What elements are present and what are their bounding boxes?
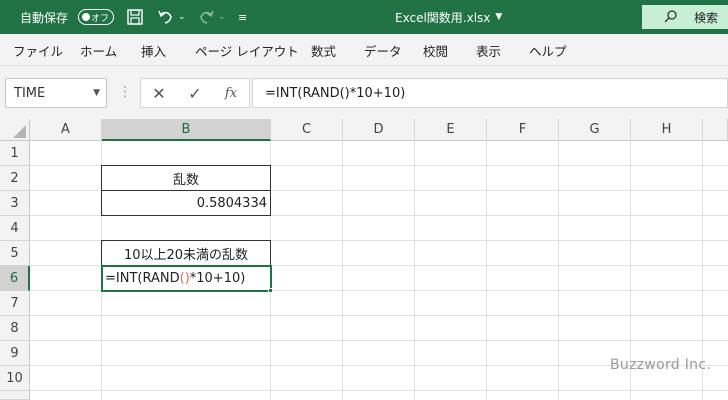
row-header-10[interactable]: 10 — [0, 366, 30, 391]
row-header-7[interactable]: 7 — [0, 291, 30, 316]
ribbon-tabs: ファイル ホーム 挿入 ページ レイアウト 数式 データ 校閲 表示 ヘルプ — [0, 34, 728, 66]
tab-file[interactable]: ファイル — [13, 34, 63, 66]
row-header-2[interactable]: 2 — [0, 166, 30, 191]
column-header-b[interactable]: B — [102, 119, 271, 141]
tab-data[interactable]: データ — [364, 34, 402, 66]
autosave-toggle[interactable]: オフ — [78, 0, 114, 34]
cell-b2[interactable]: 乱数 — [101, 165, 271, 191]
column-header-i[interactable] — [703, 119, 728, 141]
tab-help[interactable]: ヘルプ — [529, 34, 567, 66]
cell-b6[interactable]: =INT(RAND() *10+10) — [101, 265, 272, 292]
select-all-corner[interactable] — [0, 119, 30, 141]
formula-bar: TIME ▼ ⋮ ✕ ✓ fx =INT(RAND()*10+10) — [0, 66, 728, 119]
insert-function-icon[interactable]: fx — [213, 86, 249, 101]
formula-buttons: ✕ ✓ fx — [140, 78, 250, 108]
tab-formulas[interactable]: 数式 — [311, 34, 336, 66]
chevron-down-icon[interactable]: ▼ — [93, 88, 100, 98]
row-header-5[interactable]: 5 — [0, 241, 30, 266]
name-box[interactable]: TIME ▼ — [5, 78, 107, 108]
more-options-icon[interactable]: ⋮ — [118, 84, 132, 100]
gridline — [30, 340, 728, 341]
autosave-state: オフ — [90, 13, 109, 24]
gridline — [558, 141, 559, 400]
enter-icon[interactable]: ✓ — [177, 84, 213, 103]
cell-b3[interactable]: 0.5804334 — [101, 190, 271, 216]
column-header-e[interactable]: E — [415, 119, 487, 141]
file-name-label: Excel関数用.xlsx — [395, 10, 491, 25]
customize-toolbar-icon[interactable]: ≡ — [238, 0, 247, 34]
undo-dropdown-icon[interactable]: ⌄ — [178, 0, 186, 34]
column-header-c[interactable]: C — [271, 119, 343, 141]
redo-dropdown-icon[interactable]: ⌄ — [218, 0, 226, 34]
search-label: 検索 — [694, 10, 719, 25]
gridline — [342, 141, 343, 400]
redo-icon[interactable] — [196, 0, 216, 34]
undo-icon[interactable] — [156, 0, 176, 34]
tab-page-layout[interactable]: ページ レイアウト — [195, 34, 299, 66]
file-name[interactable]: Excel関数用.xlsx ▼ — [395, 0, 502, 34]
row-header-6[interactable]: 6 — [0, 266, 30, 291]
cell-b6-formula-end: *10+10) — [189, 271, 246, 286]
cell-b5[interactable]: 10以上20未満の乱数 — [101, 240, 271, 266]
column-header-a[interactable]: A — [30, 119, 102, 141]
name-box-value: TIME — [14, 85, 46, 101]
row-header-8[interactable]: 8 — [0, 316, 30, 341]
cell-b6-formula-start: =INT(RAND — [105, 271, 180, 286]
gridline — [414, 141, 415, 400]
search-icon — [664, 9, 678, 26]
gridline — [30, 390, 728, 391]
column-header-d[interactable]: D — [343, 119, 415, 141]
spreadsheet-grid: A B C D E F G H 1 2 3 4 5 6 7 8 9 10 乱数 … — [0, 119, 728, 400]
column-header-f[interactable]: F — [487, 119, 559, 141]
row-header-4[interactable]: 4 — [0, 216, 30, 241]
title-bar: 自動保存 オフ ⌄ ⌄ ≡ Excel関数用.xlsx ▼ 検索 — [0, 0, 728, 34]
cancel-icon[interactable]: ✕ — [141, 84, 177, 103]
tab-view[interactable]: 表示 — [476, 34, 501, 66]
save-icon[interactable] — [126, 0, 144, 34]
autosave-label: 自動保存 — [20, 10, 69, 25]
row-header-9[interactable]: 9 — [0, 341, 30, 366]
tab-review[interactable]: 校閲 — [423, 34, 448, 66]
chevron-down-icon: ▼ — [495, 12, 503, 22]
tab-insert[interactable]: 挿入 — [141, 34, 166, 66]
column-header-h[interactable]: H — [631, 119, 703, 141]
gridline — [30, 315, 728, 316]
search-box[interactable]: 検索 — [642, 5, 728, 29]
watermark: Buzzword Inc. — [610, 357, 712, 373]
formula-input[interactable]: =INT(RAND()*10+10) — [252, 78, 728, 108]
row-header-11[interactable] — [0, 391, 30, 400]
gridline — [486, 141, 487, 400]
tab-home[interactable]: ホーム — [80, 34, 117, 66]
column-header-g[interactable]: G — [559, 119, 631, 141]
fill-handle[interactable] — [268, 288, 273, 293]
row-header-3[interactable]: 3 — [0, 191, 30, 216]
row-header-1[interactable]: 1 — [0, 141, 30, 166]
